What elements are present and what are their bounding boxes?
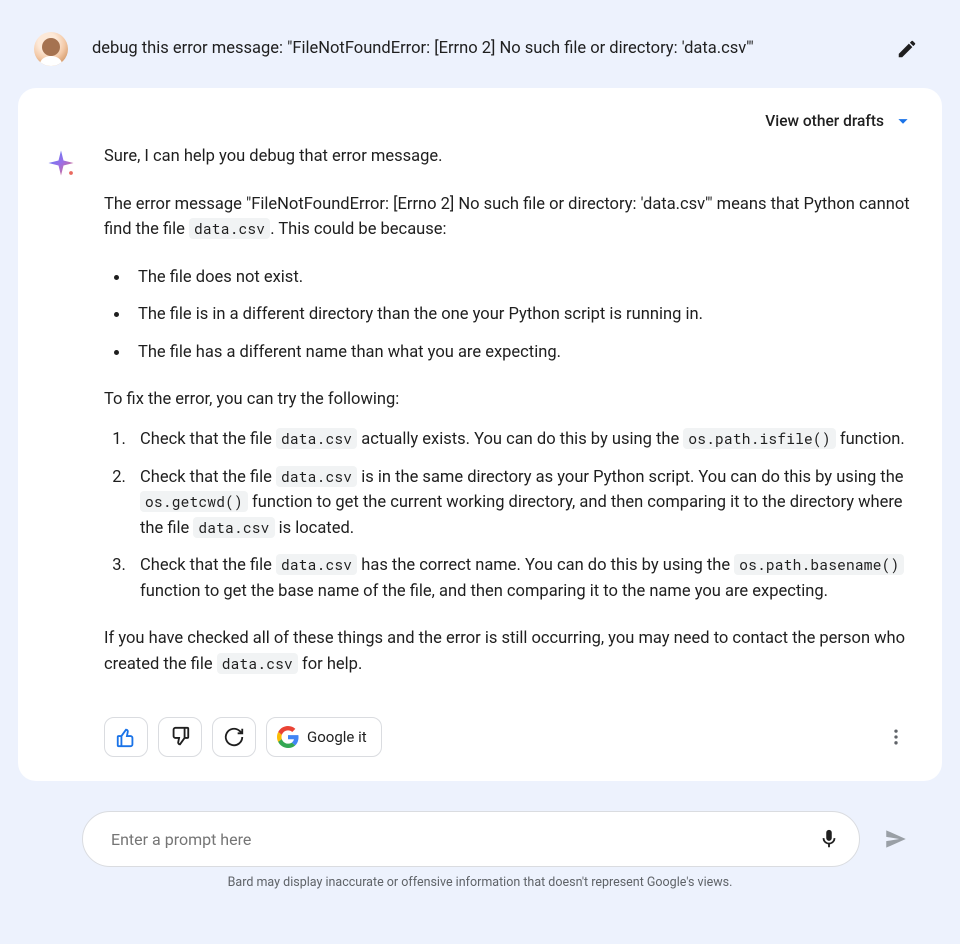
thumbs-down-icon [169,726,191,748]
thumbs-down-button[interactable] [158,717,202,757]
list-item: The file does not exist. [130,265,914,291]
send-button[interactable] [878,821,914,857]
more-vert-icon [886,727,906,747]
regenerate-button[interactable] [212,717,256,757]
mic-button[interactable] [815,825,843,853]
user-prompt-text: debug this error message: "FileNotFoundE… [92,37,864,60]
more-options-button[interactable] [878,719,914,755]
disclaimer-text: Bard may display inaccurate or offensive… [18,875,942,908]
google-logo-icon [277,726,299,748]
prompt-input-row [18,781,942,875]
list-item: The file has a different name than what … [130,340,914,366]
fix-intro: To fix the error, you can try the follow… [104,387,914,413]
fix-steps: Check that the file data.csv actually ex… [104,427,914,604]
response-content: Sure, I can help you debug that error me… [104,144,914,699]
edit-prompt-button[interactable] [888,30,926,68]
response-intro: Sure, I can help you debug that error me… [104,144,914,170]
send-icon [883,826,909,852]
user-prompt-row: debug this error message: "FileNotFoundE… [18,18,942,80]
list-item: The file is in a different directory tha… [130,302,914,328]
response-actions: Google it [18,699,942,757]
user-avatar [34,32,68,66]
assistant-spark-icon [46,144,80,699]
google-it-button[interactable]: Google it [266,717,382,757]
refresh-icon [223,726,245,748]
view-drafts-button[interactable]: View other drafts [765,112,884,130]
chevron-down-icon[interactable] [892,110,914,132]
prompt-input-container[interactable] [82,811,860,867]
google-it-label: Google it [307,728,367,746]
list-item: Check that the file data.csv has the cor… [130,553,914,604]
cause-list: The file does not exist. The file is in … [104,265,914,366]
prompt-input[interactable] [111,830,803,849]
response-card: View other drafts [18,88,942,781]
list-item: Check that the file data.csv is in the s… [130,465,914,542]
response-closing: If you have checked all of these things … [104,626,914,677]
mic-icon [818,828,840,850]
response-explain: The error message "FileNotFoundError: [E… [104,192,914,243]
pencil-icon [896,38,918,60]
thumbs-up-button[interactable] [104,717,148,757]
list-item: Check that the file data.csv actually ex… [130,427,914,453]
thumbs-up-icon [115,726,137,748]
